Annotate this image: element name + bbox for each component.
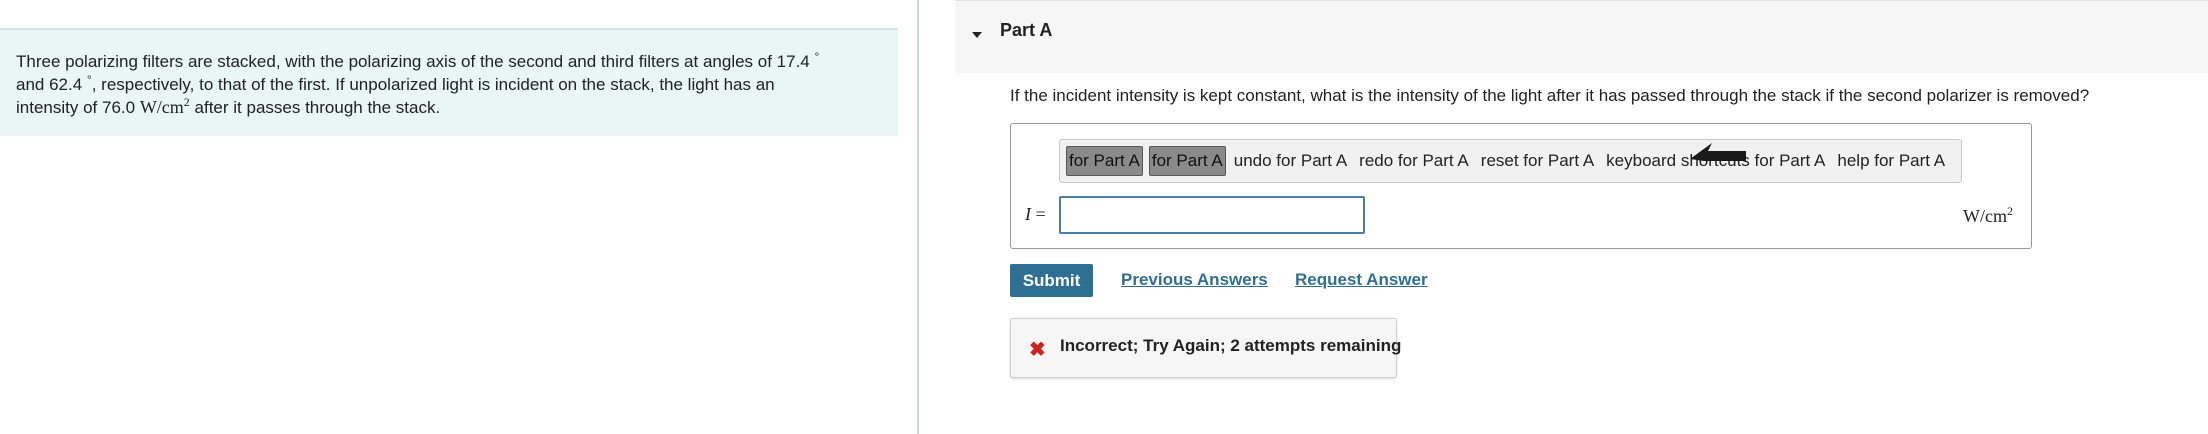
feedback-text: Incorrect; Try Again; 2 attempts remaini… [1060, 336, 1402, 355]
part-panel: Part A If the incident intensity is kept… [955, 0, 2208, 434]
answer-box: for Part A for Part A undo for Part A re… [1010, 123, 2032, 249]
template-button-2[interactable]: for Part A [1148, 146, 1226, 176]
problem-unit: W/cm2 [139, 95, 190, 117]
part-title: Part A [1000, 20, 1053, 40]
mouse-cursor-icon [1690, 143, 1747, 161]
previous-answers-link[interactable]: Previous Answers [1121, 270, 1268, 290]
panel-divider[interactable] [917, 0, 919, 434]
degree-symbol: ° [814, 49, 820, 64]
redo-button[interactable]: redo for Part A [1357, 147, 1471, 175]
problem-statement: Three polarizing filters are stacked, wi… [0, 28, 898, 136]
x-icon: ✖ [1029, 339, 1046, 361]
reset-button[interactable]: reset for Part A [1479, 147, 1596, 175]
caret-down-icon[interactable] [972, 32, 982, 38]
template-button[interactable]: for Part A [1066, 146, 1143, 176]
problem-line3-b: after it passes through the stack. [189, 98, 441, 117]
help-button[interactable]: help for Part A [1835, 147, 1947, 175]
answer-variable: I = [1025, 204, 1046, 224]
answer-input[interactable] [1059, 196, 1365, 234]
undo-button[interactable]: undo for Part A [1232, 147, 1349, 175]
problem-line2-b: , respectively, to that of the first. If… [91, 75, 775, 94]
problem-panel: Three polarizing filters are stacked, wi… [0, 0, 917, 434]
problem-line2-a: and 62.4 [16, 75, 83, 94]
request-answer-link[interactable]: Request Answer [1295, 270, 1428, 290]
keyboard-shortcuts-wrap: keyboard shortcuts for Part A [1604, 143, 1835, 171]
problem-line1: Three polarizing filters are stacked, wi… [16, 52, 810, 71]
problem-line3-a: intensity of 76.0 [16, 98, 136, 117]
feedback-box: ✖ Incorrect; Try Again; 2 attempts remai… [1010, 318, 1401, 378]
part-header[interactable]: Part A [955, 0, 2208, 73]
question-text: If the incident intensity is kept consta… [1010, 86, 2090, 105]
answer-unit: W/cm2 [1963, 204, 2013, 226]
math-toolbar: for Part A for Part A undo for Part A re… [1059, 139, 1963, 183]
submit-button[interactable]: Submit [1010, 264, 1093, 297]
